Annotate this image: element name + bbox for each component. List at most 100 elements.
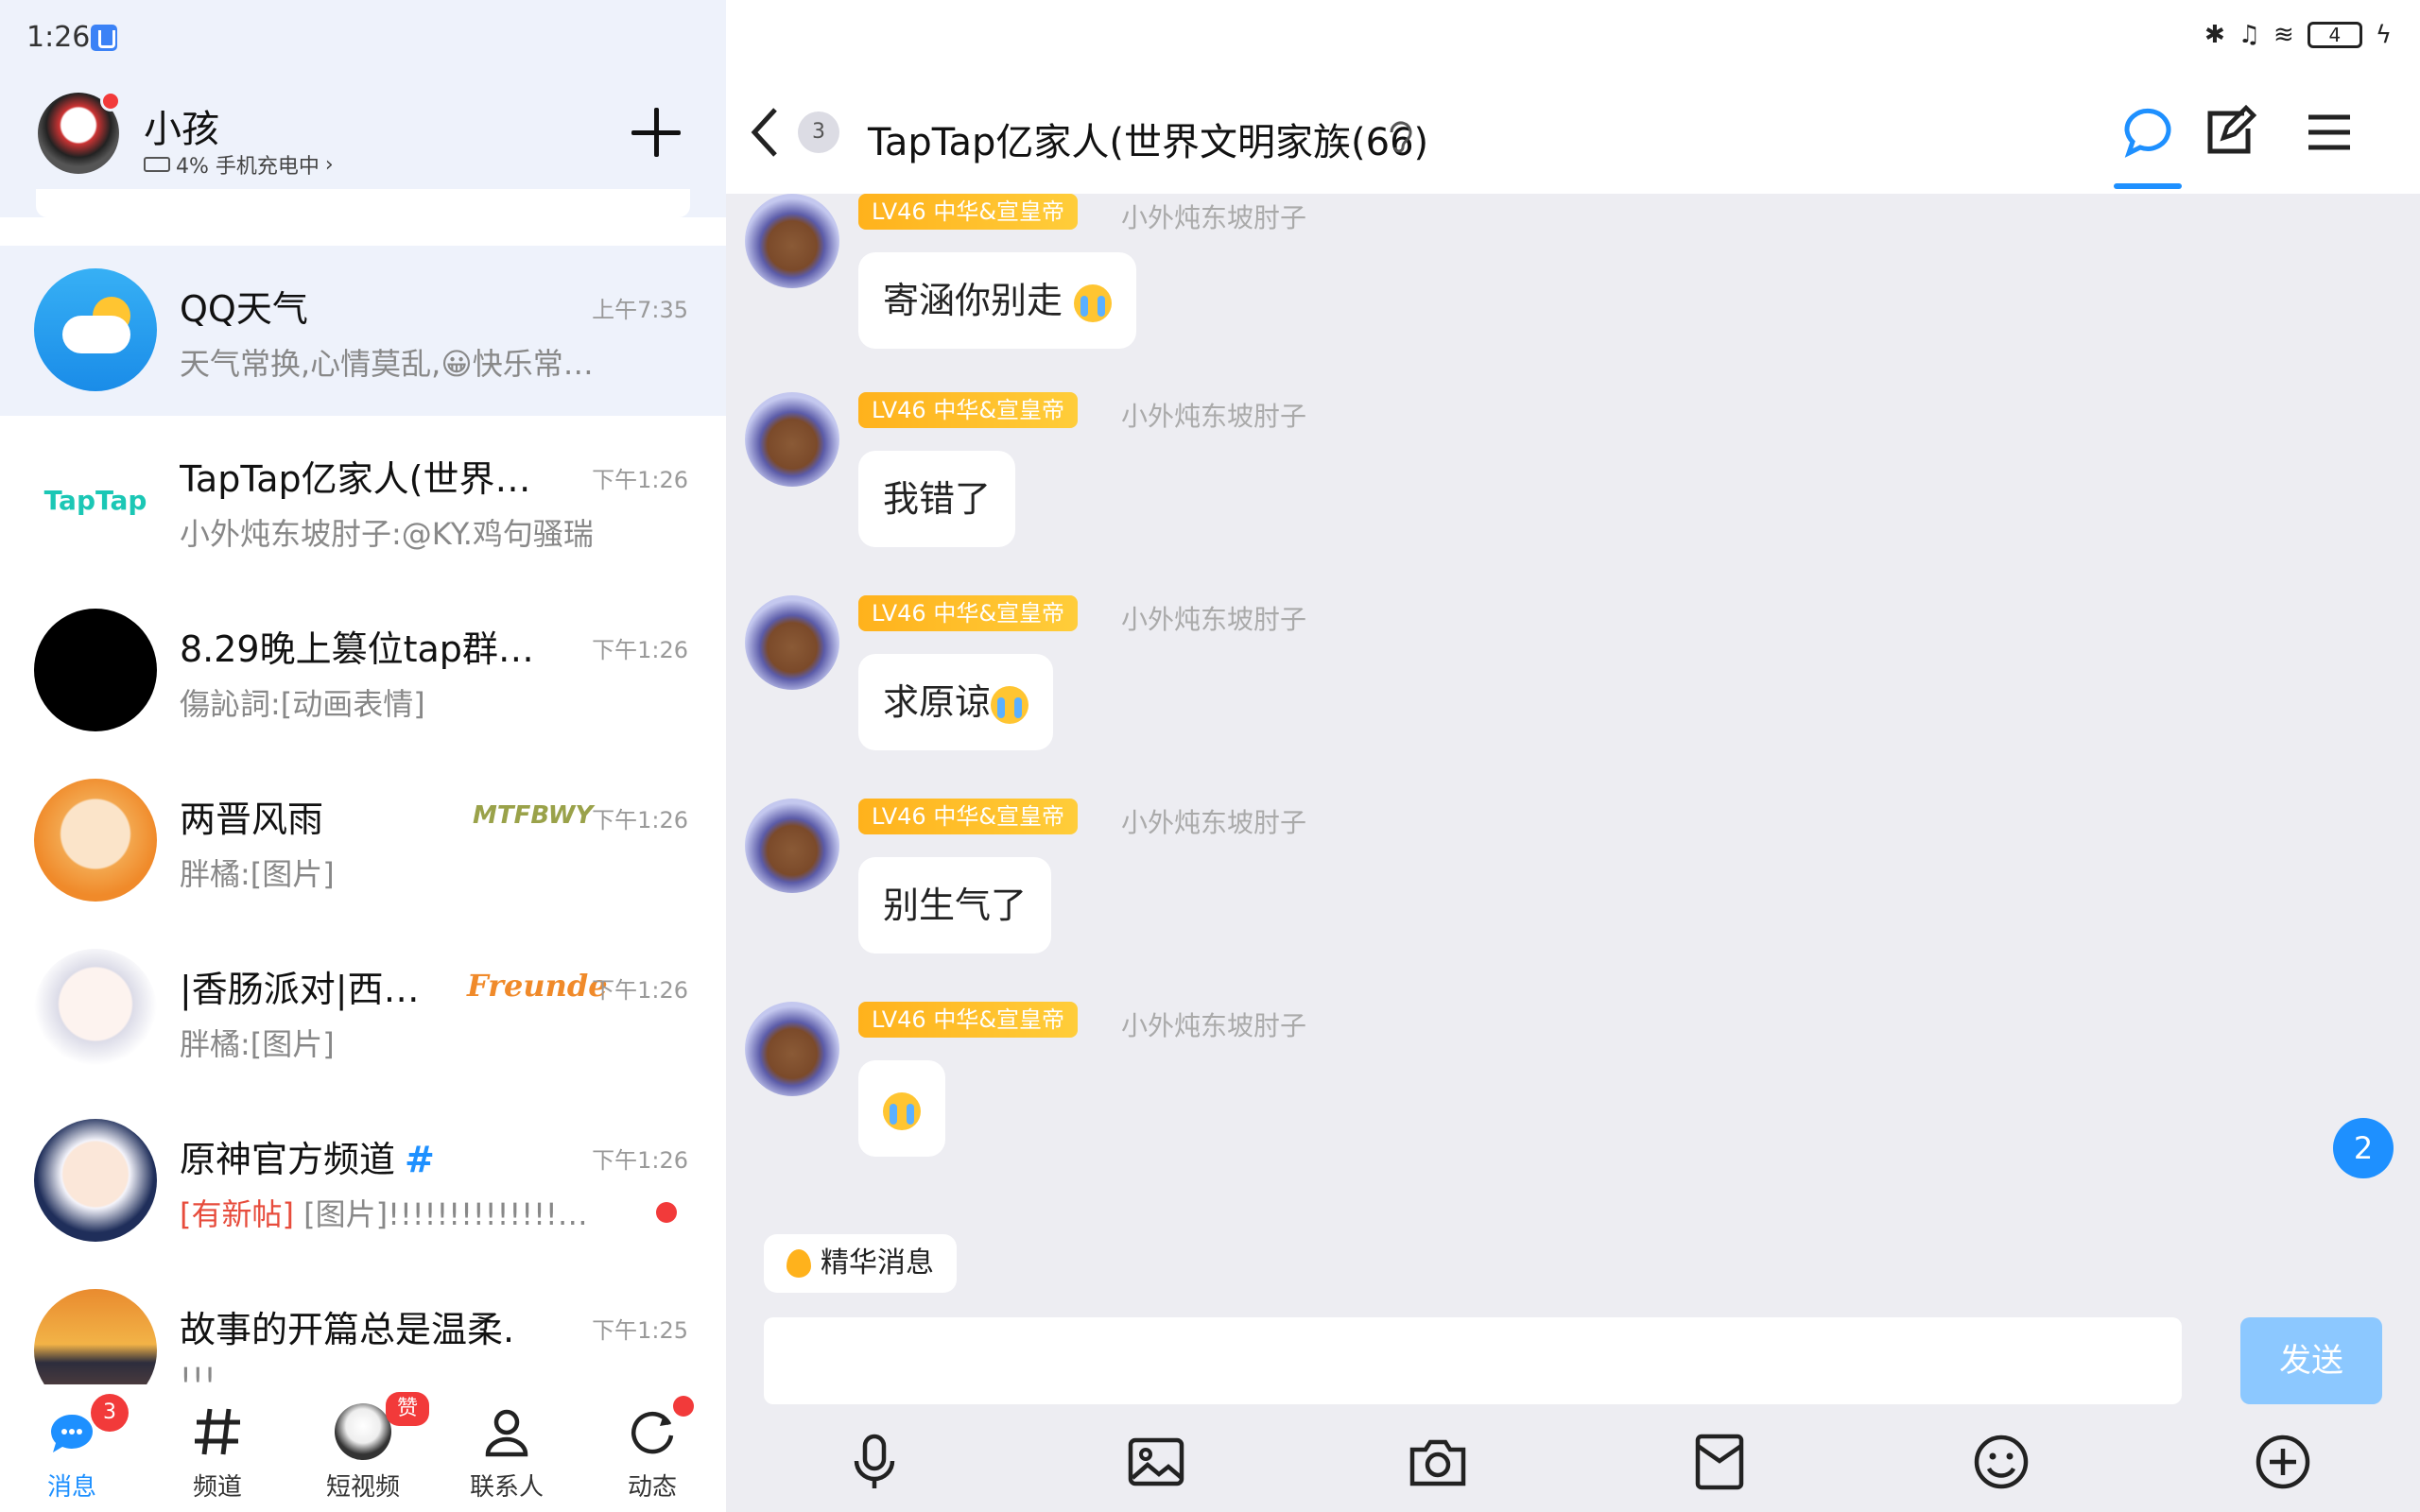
sender-name[interactable]: 小外炖东坡肘子 xyxy=(1121,1005,1306,1043)
unread-count-badge: 3 xyxy=(798,112,839,153)
conversation-time: 下午1:25 xyxy=(592,1317,688,1344)
message-text: 我错了 xyxy=(883,478,992,520)
sender-name[interactable]: 小外炖东坡肘子 xyxy=(1121,396,1306,434)
crying-emoji-icon xyxy=(991,685,1029,724)
taptap-logo: TapTap xyxy=(43,484,147,516)
profile-name[interactable]: 小孩 xyxy=(144,98,219,153)
level-badge: LV46 中华&宣皇帝 xyxy=(858,194,1079,230)
conversation-preview-text: [图片]!!!!!!!!!!!!!!!!!… xyxy=(303,1196,596,1232)
notification-dot xyxy=(100,91,121,112)
list-item[interactable]: 两晋风雨 MTFBWY 下午1:26 胖橘:[图片] xyxy=(0,756,726,926)
message-text: 求原谅 xyxy=(883,681,992,723)
tab-channels[interactable]: 频道 xyxy=(151,1384,284,1512)
conversation-panel: 1:26 小孩 4% 手机充电中 › QQ天气 上午7:35 天气常换,心情莫乱… xyxy=(0,0,726,1512)
tab-moments[interactable]: 动态 xyxy=(586,1384,718,1512)
avatar xyxy=(34,779,157,902)
search-bar[interactable] xyxy=(36,189,690,217)
unread-badge: 3 xyxy=(91,1394,129,1432)
chat-icon[interactable] xyxy=(2119,104,2176,161)
tab-messages[interactable]: 3 消息 xyxy=(6,1384,138,1512)
bottom-nav: 3 消息 频道 赞过 短视频 联系人 动态 xyxy=(0,1384,726,1512)
profile-status[interactable]: 4% 手机充电中 › xyxy=(144,149,334,180)
new-messages-badge[interactable]: 2 xyxy=(2333,1118,2394,1178)
tab-label: 短视频 xyxy=(325,1473,400,1502)
usb-icon xyxy=(91,25,117,51)
conversation-preview: 小外炖东坡肘子:@KY.鸡句骚瑞 xyxy=(180,516,594,552)
avatar[interactable] xyxy=(745,799,839,893)
menu-icon[interactable] xyxy=(2301,104,2358,161)
avatar[interactable] xyxy=(745,194,839,288)
level-badge: LV46 中华&宣皇帝 xyxy=(858,1002,1079,1038)
conversation-time: 下午1:26 xyxy=(592,637,688,663)
avatar: TapTap xyxy=(34,438,157,561)
list-item[interactable]: 原神官方频道 # 下午1:26 [有新帖] [图片]!!!!!!!!!!!!!!!… xyxy=(0,1096,726,1266)
avatar xyxy=(34,268,157,391)
send-button[interactable]: 发送 xyxy=(2240,1317,2382,1404)
wifi-icon: ≋ xyxy=(2273,21,2294,49)
sender-name[interactable]: 小外炖东坡肘子 xyxy=(1121,599,1306,637)
essence-messages-button[interactable]: 精华消息 xyxy=(764,1234,957,1293)
conversation-name: QQ天气 xyxy=(180,288,308,330)
conversation-name: |香肠派对|西… xyxy=(180,969,420,1010)
sender-name[interactable]: 小外炖东坡肘子 xyxy=(1121,198,1306,235)
person-icon xyxy=(485,1409,528,1457)
level-badge: LV46 中华&宣皇帝 xyxy=(858,799,1079,834)
message-bubble[interactable]: 求原谅 xyxy=(858,654,1054,750)
conversation-name: 两晋风雨 xyxy=(180,799,324,840)
add-button[interactable] xyxy=(630,106,683,159)
tab-label: 消息 xyxy=(46,1473,96,1502)
conversation-time: 下午1:26 xyxy=(592,467,688,493)
list-item[interactable]: TapTap TapTap亿家人(世界文… 下午1:26 小外炖东坡肘子:@KY… xyxy=(0,416,726,586)
message-text: 寄涵你别走 xyxy=(883,280,1063,321)
microphone-icon[interactable] xyxy=(841,1429,908,1495)
conversation-name-text: 原神官方频道 xyxy=(180,1139,396,1180)
chat-panel: ✱ ♫ ≋ 4 ϟ 3 TapTap亿家人(世界文明家族(66) LV46 中华… xyxy=(726,0,2420,1512)
red-packet-icon[interactable] xyxy=(1686,1429,1753,1495)
ear-icon[interactable] xyxy=(1384,117,1418,155)
list-item[interactable]: |香肠派对|西… Freunde 下午1:26 胖橘:[图片] xyxy=(0,926,726,1096)
conversation-time: 上午7:35 xyxy=(592,297,688,323)
charging-icon: ϟ xyxy=(2375,21,2392,49)
message-bubble[interactable] xyxy=(858,1060,945,1157)
conversation-preview: 天气常换,心情莫乱,😀快乐常… xyxy=(180,346,594,382)
update-dot xyxy=(673,1396,694,1417)
battery-icon xyxy=(144,157,170,172)
message-input[interactable] xyxy=(764,1317,2182,1404)
tab-label: 频道 xyxy=(192,1473,242,1502)
avatar[interactable] xyxy=(745,1002,839,1096)
conversation-name: TapTap亿家人(世界文… xyxy=(180,458,548,500)
conversation-name: 故事的开篇总是温柔. xyxy=(180,1309,515,1350)
tab-contacts[interactable]: 联系人 xyxy=(441,1384,573,1512)
page-title[interactable]: TapTap亿家人(世界文明家族(66) xyxy=(868,112,1428,166)
level-badge: LV46 中华&宣皇帝 xyxy=(858,595,1079,631)
crying-emoji-icon xyxy=(1074,284,1113,322)
refresh-circle-icon xyxy=(631,1411,674,1454)
avatar[interactable] xyxy=(745,595,839,690)
back-button[interactable] xyxy=(745,104,786,161)
profile-status-text: 4% 手机充电中 xyxy=(176,155,320,179)
list-item[interactable]: 8.29晚上篡位tap群管理 下午1:26 傷訫詞:[动画表情] xyxy=(0,586,726,756)
message-bubble[interactable]: 寄涵你别走 xyxy=(858,252,1137,349)
level-badge: LV46 中华&宣皇帝 xyxy=(858,392,1079,428)
edit-icon[interactable] xyxy=(2201,104,2257,161)
camera-icon[interactable] xyxy=(1405,1429,1471,1495)
image-icon[interactable] xyxy=(1123,1429,1189,1495)
new-post-tag: [有新帖] xyxy=(180,1196,294,1232)
message-text: 别生气了 xyxy=(883,885,1028,926)
message-bubble[interactable]: 我错了 xyxy=(858,451,1016,547)
conversation-time: 下午1:26 xyxy=(592,807,688,833)
bluetooth-icon: ✱ xyxy=(2204,21,2225,49)
sender-name[interactable]: 小外炖东坡肘子 xyxy=(1121,802,1306,840)
tab-label: 动态 xyxy=(627,1473,677,1502)
tab-short-video[interactable]: 赞过 短视频 xyxy=(297,1384,429,1512)
plus-circle-icon[interactable] xyxy=(2250,1429,2316,1495)
list-item[interactable]: QQ天气 上午7:35 天气常换,心情莫乱,😀快乐常… xyxy=(0,246,726,416)
avatar[interactable] xyxy=(745,392,839,487)
conversation-preview: 傷訫詞:[动画表情] xyxy=(180,686,425,722)
hash-icon xyxy=(195,1408,240,1455)
group-badge: Freunde xyxy=(467,968,608,1004)
conversation-list: QQ天气 上午7:35 天气常换,心情莫乱,😀快乐常… TapTap TapTa… xyxy=(0,246,726,1436)
message-bubble[interactable]: 别生气了 xyxy=(858,857,1052,954)
profile-header: 1:26 小孩 4% 手机充电中 › xyxy=(0,0,726,217)
emoji-icon[interactable] xyxy=(1968,1429,2034,1495)
